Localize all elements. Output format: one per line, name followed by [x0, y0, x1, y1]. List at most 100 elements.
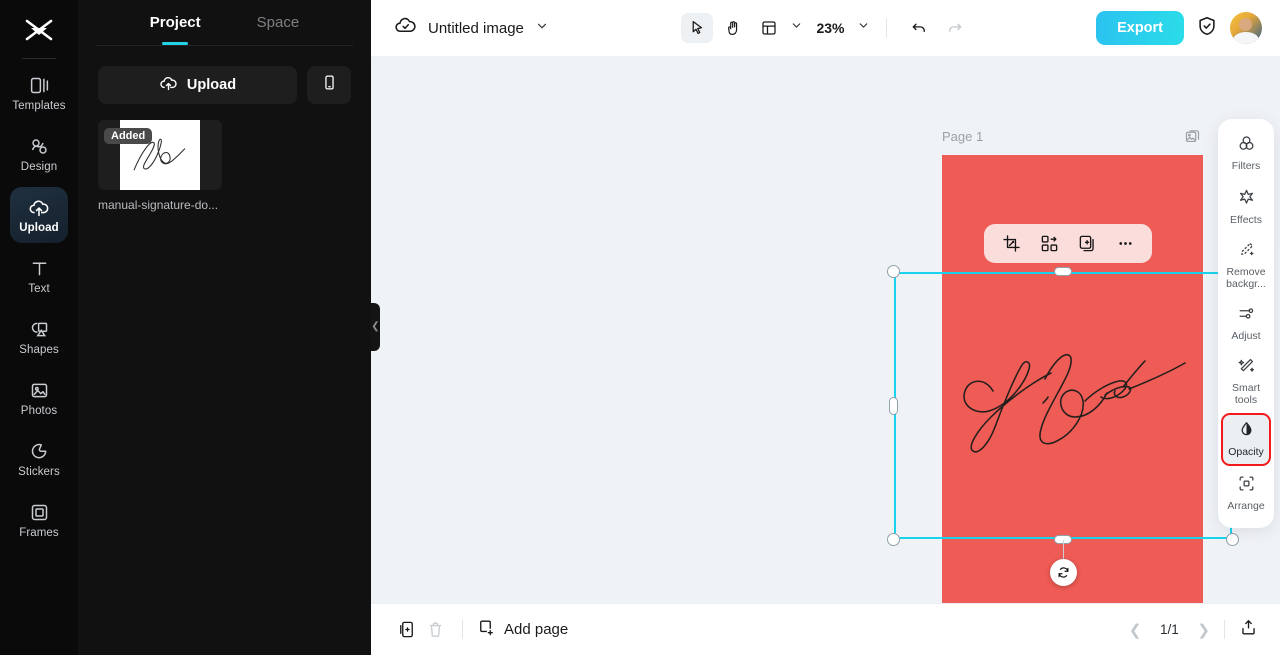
hand-pan-icon[interactable] — [716, 13, 748, 43]
mobile-phone-icon — [321, 74, 338, 96]
tool-label: Adjust — [1231, 329, 1261, 342]
upload-cloud-icon — [159, 74, 178, 97]
capcut-editor-window: Templates Design Upload Text Shapes Phot… — [0, 0, 1280, 655]
canvas-area[interactable]: Page 1 Filters Effects Remove backgr... … — [371, 57, 1280, 603]
tool-label: Opacity — [1228, 446, 1264, 458]
project-panel: Project Space Upload Added manual-signat… — [78, 0, 371, 655]
cursor-select-icon[interactable] — [680, 13, 713, 43]
tool-remove-background[interactable]: Remove backgr... — [1221, 235, 1271, 295]
rotate-connector — [1063, 540, 1065, 560]
nav-divider — [1224, 620, 1225, 639]
remove-background-icon — [1237, 240, 1256, 264]
sidebar-label: Upload — [19, 221, 59, 234]
export-tray-icon[interactable] — [1239, 618, 1258, 642]
tool-label: Effects — [1230, 213, 1262, 226]
tab-project[interactable]: Project — [150, 14, 201, 45]
panel-tabs: Project Space — [78, 0, 371, 45]
chevron-down-icon[interactable] — [857, 19, 870, 37]
page-navigation: ❮ 1/1 ❯ — [1129, 618, 1258, 642]
page-title[interactable]: Untitled image — [428, 20, 524, 37]
tool-adjust[interactable]: Adjust — [1221, 297, 1271, 349]
upload-button[interactable]: Upload — [98, 66, 297, 104]
frames-icon — [29, 502, 50, 524]
sidebar-label: Design — [20, 160, 58, 173]
adjust-sliders-icon — [1237, 304, 1256, 328]
chevron-down-icon[interactable] — [789, 19, 802, 37]
layout-grid-icon[interactable] — [752, 13, 784, 43]
templates-icon — [29, 75, 50, 97]
sidebar-item-stickers[interactable]: Stickers — [10, 431, 68, 487]
sidebar-label: Templates — [12, 99, 66, 112]
panel-collapse-handle[interactable]: ❮ — [371, 303, 380, 351]
sidebar-item-frames[interactable]: Frames — [10, 492, 68, 548]
sidebar-item-design[interactable]: Design — [10, 126, 68, 182]
sidebar-item-photos[interactable]: Photos — [10, 370, 68, 426]
add-page-label: Add page — [504, 621, 569, 638]
resize-handle-bottom-left[interactable] — [887, 533, 900, 546]
cloud-check-icon — [394, 14, 417, 42]
undo-arrow-icon[interactable] — [903, 13, 935, 43]
chevron-down-icon[interactable] — [535, 19, 549, 38]
tool-opacity[interactable]: Opacity — [1221, 413, 1271, 466]
avatar[interactable] — [1230, 12, 1262, 44]
sidebar-label: Frames — [19, 526, 59, 539]
bottom-bar: Add page ❮ 1/1 ❯ — [371, 603, 1280, 655]
replace-image-icon[interactable] — [1037, 232, 1061, 256]
left-tool-rail: Templates Design Upload Text Shapes Phot… — [0, 0, 78, 655]
tool-label: Filters — [1231, 159, 1261, 172]
filters-icon — [1237, 134, 1256, 158]
chevron-left-icon: ❮ — [371, 321, 380, 332]
capcut-logo-icon[interactable] — [17, 12, 61, 48]
upload-button-label: Upload — [186, 77, 237, 93]
resize-handle-top-left[interactable] — [887, 265, 900, 278]
tool-arrange[interactable]: Arrange — [1221, 468, 1271, 520]
sidebar-item-upload[interactable]: Upload — [10, 187, 68, 243]
resize-handle-top[interactable] — [1054, 267, 1072, 276]
sidebar-item-templates[interactable]: Templates — [10, 65, 68, 121]
next-page-button[interactable]: ❯ — [1197, 621, 1210, 639]
redo-arrow-icon[interactable] — [939, 13, 971, 43]
shapes-icon — [29, 319, 50, 341]
prev-page-button[interactable]: ❮ — [1129, 621, 1142, 639]
trash-icon[interactable] — [421, 616, 449, 644]
document-title-group: Untitled image — [371, 14, 549, 42]
effects-star-icon — [1237, 188, 1256, 212]
asset-thumbnail[interactable]: Added — [98, 120, 222, 190]
tool-label: Smart tools — [1231, 382, 1260, 406]
tab-space[interactable]: Space — [257, 14, 300, 45]
opacity-drop-icon — [1237, 420, 1256, 444]
asset-name: manual-signature-do... — [98, 198, 219, 212]
add-page-icon — [476, 618, 495, 641]
top-toolbar: Untitled image 23% Export — [371, 0, 1280, 57]
list-item[interactable]: Added manual-signature-do... — [98, 120, 222, 212]
page-image-icon[interactable] — [1184, 128, 1201, 150]
duplicate-page-icon[interactable] — [393, 616, 421, 644]
bottom-divider — [462, 620, 463, 639]
sidebar-label: Text — [28, 282, 50, 295]
sidebar-item-shapes[interactable]: Shapes — [10, 309, 68, 365]
panel-actions: Upload — [78, 46, 371, 104]
add-page-button[interactable]: Add page — [476, 618, 568, 641]
rotate-icon[interactable] — [1050, 559, 1077, 586]
upload-from-mobile-button[interactable] — [307, 66, 351, 104]
asset-list: Added manual-signature-do... — [78, 104, 371, 212]
sidebar-item-text[interactable]: Text — [10, 248, 68, 304]
stickers-icon — [29, 441, 50, 463]
more-options-icon[interactable] — [1113, 232, 1137, 256]
shield-check-icon[interactable] — [1196, 15, 1218, 42]
arrange-icon — [1237, 474, 1256, 498]
tool-effects[interactable]: Effects — [1221, 181, 1271, 233]
export-button[interactable]: Export — [1096, 11, 1184, 45]
duplicate-icon[interactable] — [1075, 232, 1099, 256]
page-indicator: 1/1 — [1160, 622, 1179, 637]
crop-icon[interactable] — [999, 232, 1023, 256]
tool-label: Arrange — [1227, 500, 1265, 513]
resize-handle-bottom-right[interactable] — [1226, 533, 1239, 546]
right-tool-rail: Filters Effects Remove backgr... Adjust … — [1218, 119, 1274, 528]
zoom-level[interactable]: 23% — [816, 20, 844, 36]
resize-handle-left[interactable] — [889, 396, 898, 415]
top-right-actions: Export — [1096, 11, 1280, 45]
text-icon — [29, 258, 50, 280]
tool-filters[interactable]: Filters — [1221, 127, 1271, 179]
tool-smart-tools[interactable]: Smart tools — [1221, 351, 1271, 411]
